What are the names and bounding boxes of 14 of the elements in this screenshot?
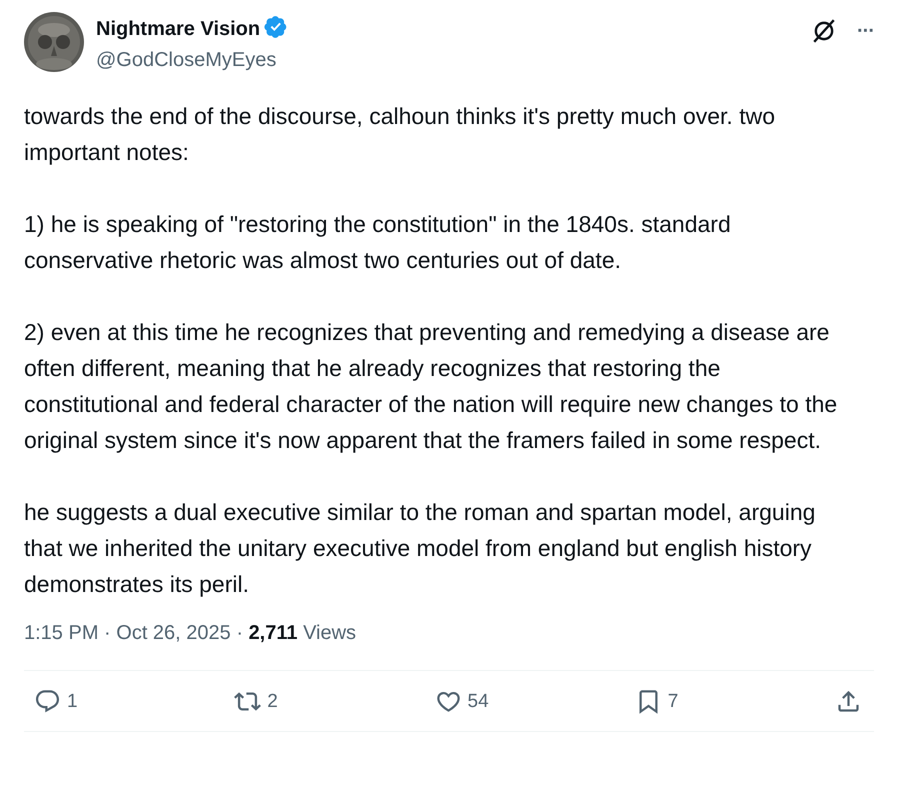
author-name[interactable]: Nightmare Vision [96, 18, 260, 41]
reply-icon [34, 688, 61, 715]
slashed-circle-icon[interactable] [811, 18, 838, 44]
like-button[interactable]: 54 [434, 688, 489, 715]
author-handle[interactable]: @GodCloseMyEyes [96, 49, 800, 72]
repost-button[interactable]: 2 [234, 688, 278, 715]
tweet-paragraph: he suggests a dual executive similar to the roman and spartan model, arguing that we inherited the unitary executive model from england but english history demonstrates its peril. [24, 498, 816, 599]
tweet-paragraph: towards the end of the discourse, calhoun thinks it's pretty much over. two important notes: [24, 102, 776, 167]
tweet-paragraph: 2) even at this time he recognizes that preventing and remedying a disease are often different, meaning that he already recognizes that restoring the constitutional and federal character of the nation will require new changes to the original system since it's now apparent that the framers failed in some respect. [24, 318, 838, 455]
tweet-paragraph: 1) he is speaking of "restoring the constitution" in the 1840s. standard conservative rhetoric was almost two centuries out of date. [24, 210, 732, 275]
bookmark-button[interactable]: 7 [634, 688, 678, 715]
tweet-timestamp: 1:15 PM · Oct 26, 2025 · 2,711 Views [24, 622, 874, 671]
more-icon[interactable]: ··· [857, 20, 874, 42]
reply-button[interactable]: 1 [34, 688, 78, 715]
